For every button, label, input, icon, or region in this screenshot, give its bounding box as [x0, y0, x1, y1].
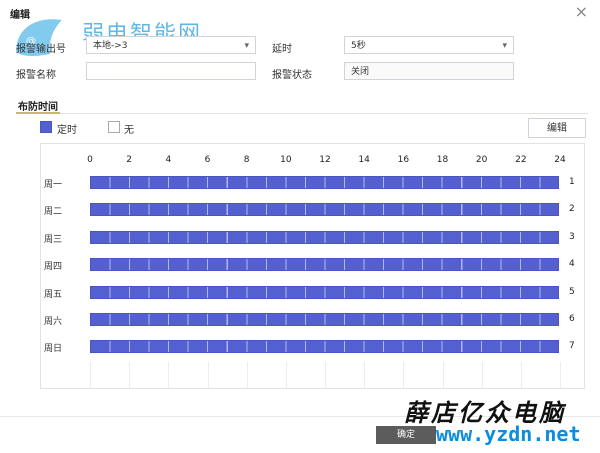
- grid-line: [246, 362, 248, 388]
- arming-schedule-title: 布防时间: [18, 102, 58, 113]
- hour-label: 4: [165, 155, 172, 165]
- schedule-bar[interactable]: [90, 203, 559, 217]
- hour-label: 18: [436, 155, 449, 165]
- day-label: 周四: [44, 262, 63, 273]
- day-number: 4: [569, 259, 575, 270]
- day-label: 周五: [44, 289, 63, 300]
- schedule-bar[interactable]: [90, 340, 559, 354]
- alarm-status-label: 报警状态: [272, 70, 312, 81]
- delay-value: 5秒: [351, 41, 366, 51]
- day-label: 周二: [44, 207, 63, 218]
- watermark2-url: www.yzdn.net: [436, 422, 581, 446]
- alarm-status-field: 关闭: [344, 62, 514, 80]
- grid-line: [90, 362, 91, 388]
- alarm-output-select[interactable]: 本地->3: [86, 36, 256, 55]
- day-number: 2: [569, 204, 575, 215]
- edit-schedule-button[interactable]: 编辑: [528, 118, 586, 138]
- none-radio[interactable]: [108, 121, 120, 133]
- edit-dialog: 编辑 × @ 弱电智能网 www.ruodian360.com 报警输出号 本地…: [0, 0, 600, 453]
- section-accent: [16, 112, 60, 114]
- alarm-name-label: 报警名称: [16, 70, 56, 81]
- schedule-bar[interactable]: [90, 285, 559, 299]
- timed-radio-label: 定时: [57, 125, 77, 136]
- confirm-button[interactable]: 确定: [376, 426, 436, 444]
- hour-label: 20: [475, 155, 488, 165]
- grid-line: [403, 362, 405, 388]
- grid-line: [325, 362, 326, 388]
- day-number: 5: [569, 286, 575, 297]
- grid-line: [364, 362, 366, 388]
- hour-label: 6: [204, 155, 211, 165]
- grid-line: [285, 362, 287, 388]
- day-number: 6: [569, 314, 575, 324]
- schedule-bar[interactable]: [90, 176, 559, 189]
- timed-radio[interactable]: [40, 121, 52, 133]
- hour-label: 12: [319, 155, 331, 165]
- hour-label: 22: [515, 155, 527, 165]
- day-label: 周六: [44, 317, 63, 327]
- alarm-output-label: 报警输出号: [16, 44, 66, 55]
- schedule-bar[interactable]: [90, 230, 559, 244]
- day-number: 7: [569, 341, 575, 352]
- hour-label: 0: [87, 155, 93, 165]
- close-icon[interactable]: ×: [575, 4, 588, 20]
- hour-label: 2: [126, 155, 133, 165]
- grid-line: [481, 362, 483, 388]
- section-divider: [16, 113, 588, 114]
- day-number: 3: [569, 231, 575, 242]
- hour-label: 24: [554, 155, 566, 165]
- grid-line: [442, 362, 444, 388]
- day-number: 1: [569, 177, 575, 187]
- grid-line: [520, 362, 522, 388]
- day-label: 周日: [44, 344, 63, 355]
- schedule-bar[interactable]: [90, 313, 559, 326]
- day-label: 周一: [44, 180, 63, 190]
- alarm-name-input[interactable]: [86, 62, 256, 80]
- delay-select[interactable]: 5秒: [344, 36, 514, 55]
- grid-line: [129, 362, 131, 388]
- hour-label: 10: [280, 155, 292, 165]
- alarm-output-value: 本地->3: [93, 41, 128, 51]
- none-radio-label: 无: [124, 125, 134, 136]
- schedule-bar[interactable]: [90, 258, 559, 272]
- grid-line: [207, 362, 209, 388]
- hour-label: 16: [397, 155, 410, 165]
- hour-label: 8: [243, 155, 250, 165]
- grid-line: [168, 362, 170, 388]
- grid-line: [560, 362, 561, 388]
- day-label: 周三: [44, 234, 63, 245]
- hour-label: 14: [358, 155, 370, 165]
- delay-label: 延时: [272, 44, 292, 55]
